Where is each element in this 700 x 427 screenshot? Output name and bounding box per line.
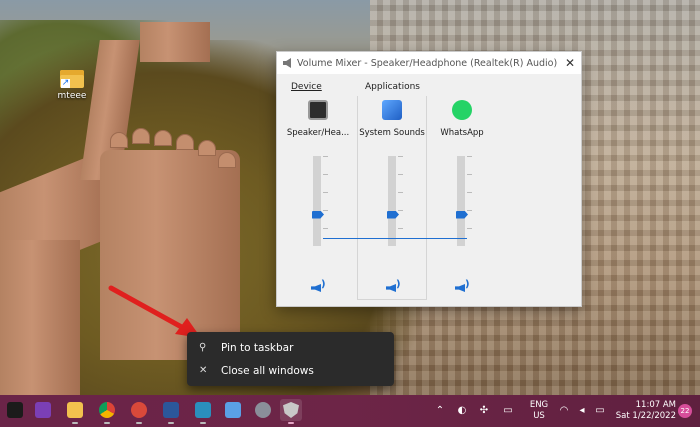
speaker-device-icon[interactable] — [308, 100, 328, 120]
volume-icon[interactable]: ◂ — [576, 405, 588, 416]
language-code: ENG — [529, 400, 549, 410]
taskbar-chrome[interactable] — [96, 399, 118, 424]
mixer-body: Device Applications Speaker/Hea... Syste… — [277, 74, 581, 306]
shield-icon — [283, 402, 299, 418]
chevron-up-icon[interactable]: ⌃ — [434, 405, 446, 416]
device-group-label: Device — [291, 82, 322, 92]
notepad-icon — [225, 402, 241, 418]
close-icon: ✕ — [199, 365, 208, 376]
folder-icon — [67, 402, 83, 418]
folder-shortcut-icon — [60, 70, 84, 88]
merlon — [132, 128, 150, 144]
date-text: Sat 1/22/2022 — [615, 411, 676, 421]
close-button[interactable]: ✕ — [559, 52, 581, 74]
word-icon — [163, 402, 179, 418]
speaker-title-icon — [283, 58, 291, 68]
desktop-shortcut-label: mteee — [57, 91, 87, 101]
mixer-title: Volume Mixer - Speaker/Headphone (Realte… — [297, 57, 558, 69]
taskbar-app[interactable] — [128, 399, 150, 424]
close-all-windows-item[interactable]: ✕ Close all windows — [187, 359, 394, 382]
volume-slider-track[interactable] — [313, 156, 321, 246]
channel-whatsapp: WhatsApp — [427, 96, 497, 300]
taskbar-context-menu: ⚲ Pin to taskbar ✕ Close all windows — [187, 332, 394, 386]
clock[interactable]: 11:07 AM Sat 1/22/2022 — [614, 400, 676, 422]
battery-icon[interactable]: ▭ — [594, 405, 606, 416]
gear-icon — [255, 402, 271, 418]
slack-icon[interactable]: ✣ — [478, 405, 490, 416]
slider-ticks — [467, 156, 472, 246]
start-icon — [7, 402, 23, 418]
volume-slider-track[interactable] — [388, 156, 396, 246]
mute-speaker-icon[interactable] — [455, 279, 470, 294]
language-indicator[interactable]: ENG US — [527, 400, 551, 422]
channel-system-sounds: System Sounds — [357, 96, 427, 300]
volume-mixer-window: Volume Mixer - Speaker/Headphone (Realte… — [276, 51, 582, 307]
applications-group-label: Applications — [365, 82, 420, 92]
merlon — [154, 130, 172, 146]
desktop-shortcut[interactable]: mteee — [50, 70, 94, 101]
region-code: US — [533, 411, 545, 421]
volume-slider-track[interactable] — [457, 156, 465, 246]
channel-name: WhatsApp — [440, 128, 484, 138]
system-sounds-icon[interactable] — [382, 100, 402, 120]
time-text: 11:07 AM — [635, 400, 676, 410]
onenote-icon — [35, 402, 51, 418]
start-button[interactable] — [4, 399, 26, 421]
close-all-windows-label: Close all windows — [221, 364, 314, 377]
slider-link-line — [323, 238, 467, 239]
channel-name: System Sounds — [359, 128, 425, 138]
pin-to-taskbar-item[interactable]: ⚲ Pin to taskbar — [187, 336, 394, 359]
notification-badge[interactable]: 22 — [678, 404, 692, 418]
taskbar: ⌃ ◐ ✣ ▭ ENG US ◠ ◂ ▭ 11:07 AM Sat 1/22/2… — [0, 395, 700, 427]
taskbar-word[interactable] — [160, 399, 182, 424]
red-app-icon — [131, 402, 147, 418]
teal-app-icon — [195, 402, 211, 418]
channel-name: Speaker/Hea... — [286, 128, 350, 138]
merlon — [218, 152, 236, 168]
wifi-icon[interactable]: ◠ — [558, 405, 570, 416]
taskbar-notepad[interactable] — [222, 399, 244, 421]
whatsapp-icon[interactable] — [452, 100, 472, 120]
tray-app-icon[interactable]: ◐ — [456, 405, 468, 416]
merlon — [198, 140, 216, 156]
mute-speaker-icon[interactable] — [386, 279, 401, 294]
taskbar-volume-mixer[interactable] — [280, 399, 302, 424]
mute-speaker-icon[interactable] — [311, 279, 326, 294]
fort-top-building — [140, 22, 210, 62]
slider-ticks — [323, 156, 328, 246]
chrome-icon — [99, 402, 115, 418]
taskbar-file-explorer[interactable] — [64, 399, 86, 424]
slider-ticks — [398, 156, 403, 246]
merlon — [110, 132, 128, 148]
keyboard-icon[interactable]: ▭ — [502, 405, 514, 416]
pin-icon: ⚲ — [199, 342, 207, 353]
taskbar-app[interactable] — [192, 399, 214, 424]
pin-to-taskbar-label: Pin to taskbar — [221, 341, 294, 354]
merlon — [176, 134, 194, 150]
taskbar-onenote[interactable] — [32, 399, 54, 421]
fort-wall-front — [0, 240, 80, 395]
channel-device: Speaker/Hea... — [283, 96, 353, 300]
mixer-titlebar[interactable]: Volume Mixer - Speaker/Headphone (Realte… — [277, 52, 581, 74]
taskbar-settings[interactable] — [252, 399, 274, 421]
